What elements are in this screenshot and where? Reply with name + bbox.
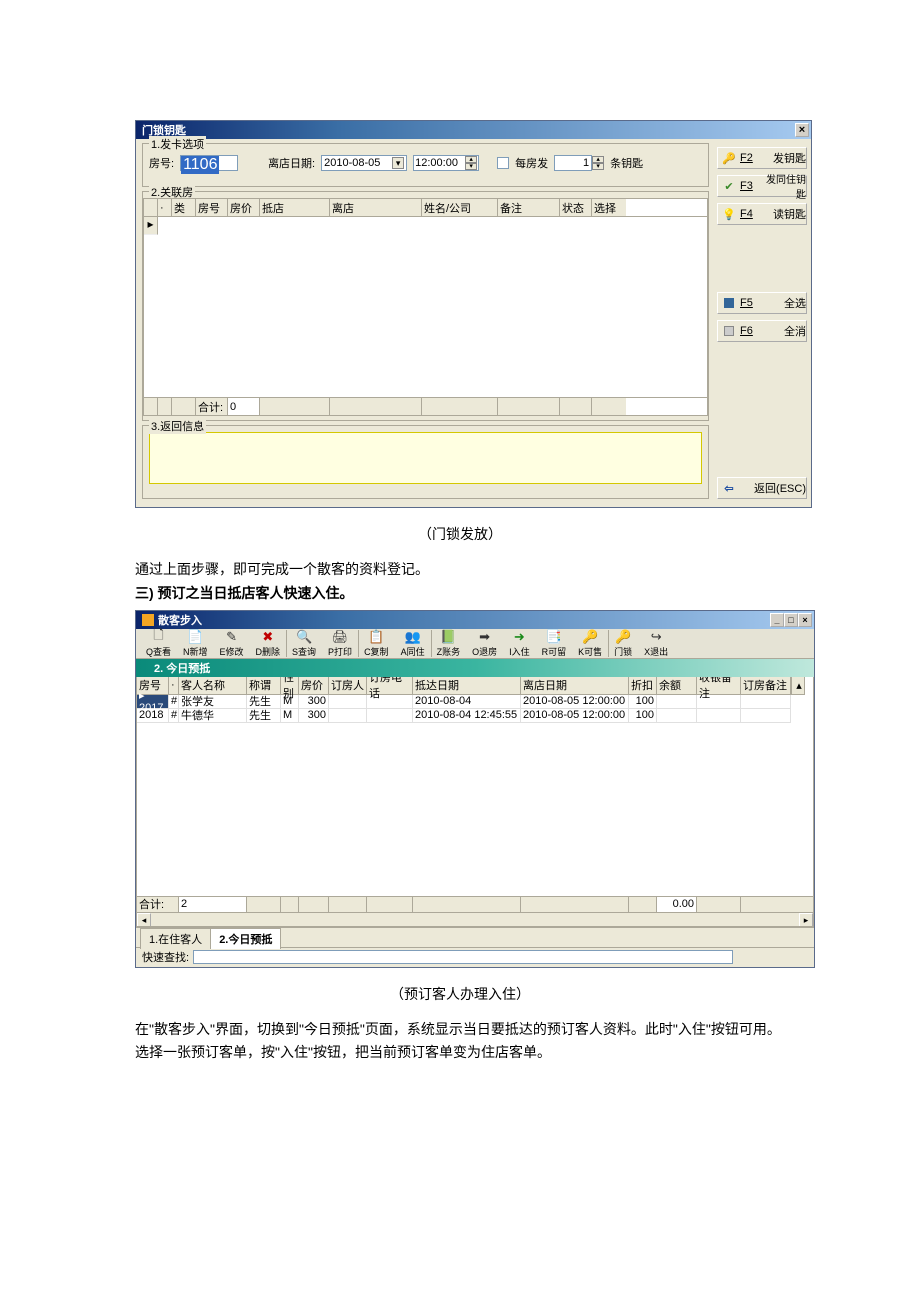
dialog1-titlebar: 门锁钥匙 × [136,121,811,139]
dayin-icon: 🖨 [332,629,348,645]
tuichu-icon: ↪ [648,629,664,645]
key-icon: 🔑 [722,151,736,165]
select-all-icon [722,296,736,310]
close-button[interactable]: × [798,613,812,627]
xiugai-icon: ✎ [224,629,240,645]
paragraph-1: 通过上面步骤，即可完成一个散客的资料登记。 [135,558,785,582]
qty-input[interactable]: 1 [554,155,592,171]
related-rooms-footer: 合计: 0 [144,397,707,415]
per-room-label: 每房发 [515,155,548,171]
return-info-group: 3.返回信息 [142,425,709,499]
caption-2: （预订客人办理入住） [135,984,785,1004]
select-all-button[interactable]: F5 全选 [717,292,807,314]
chazhao-icon: 🗋 [151,629,167,645]
table-row[interactable]: ▸ 2017#张学友先生M3002010-08-042010-08-05 12:… [137,695,813,709]
maximize-button[interactable]: □ [784,613,798,627]
quick-search-bar: 快速查找: [136,947,814,967]
toolbar-mensuo-button[interactable]: 🔑门锁 [608,627,638,660]
toolbar-dayin-button[interactable]: 🖨P打印 [322,627,358,660]
toolbar-zhangwu-button[interactable]: 📗Z账务 [431,627,467,660]
toolbar-xiugai-button[interactable]: ✎E修改 [214,627,250,660]
toolbar-ruzhu-button[interactable]: ➜I入住 [503,627,536,660]
toolbar: 🗋Q查看📄N新增✎E修改✖D删除🔍S查询🖨P打印📋C复制👥A同住📗Z账务➡O退房… [136,629,814,659]
tab-today-arrivals[interactable]: 2.今日预抵 [210,928,281,949]
dialog1-close-button[interactable]: × [795,123,809,137]
toolbar-keshou-button[interactable]: 🔑K可售 [572,627,608,660]
lightbulb-icon: 💡 [722,207,736,221]
quick-search-label: 快速查找: [142,949,189,965]
today-arrivals-banner: 2. 今日预抵 [136,659,814,677]
toolbar-tuifang-button[interactable]: ➡O退房 [466,627,503,660]
card-options-group: 1.发卡选项 房号: 1106 离店日期: 2010-08-05 ▾ 12:00… [142,143,709,187]
caption-1: （门锁发放） [135,524,785,544]
related-rooms-group: 2.关联房 · 类 房号 房价 抵店 离店 姓名/公司 备注 状态 [142,191,709,421]
read-key-button[interactable]: 💡 F4 读钥匙 [717,203,807,225]
per-room-checkbox[interactable] [497,157,509,169]
qty-spinner[interactable]: ▴▾ [592,156,604,170]
door-key-dialog: 门锁钥匙 × 1.发卡选项 房号: 1106 离店日期: 2010-08-05 … [135,120,812,508]
toolbar-xinzeng-button[interactable]: 📄N新增 [177,627,214,660]
room-label: 房号: [149,155,174,171]
return-icon: ⇦ [722,481,736,495]
grid2-header: 房号 · 客人名称 称谓 性别 房价 订房人 订房电话 抵达日期 离店日期 折扣… [137,677,813,695]
chaxun-icon: 🔍 [296,629,312,645]
card-options-legend: 1.发卡选项 [149,136,206,152]
return-info-textarea[interactable] [149,432,702,484]
fuzhi-icon: 📋 [368,629,384,645]
toolbar-tuichu-button[interactable]: ↪X退出 [638,627,674,660]
tab-resident-guests[interactable]: 1.在住客人 [140,928,211,949]
row-indicator-icon: ▸ [144,217,158,235]
arrivals-grid: 房号 · 客人名称 称谓 性别 房价 订房人 订房电话 抵达日期 离店日期 折扣… [136,677,814,927]
scroll-up-icon[interactable]: ▴ [791,677,805,695]
horizontal-scrollbar[interactable]: ◂ ▸ [137,912,813,926]
keshou-icon: 🔑 [582,629,598,645]
app-icon [142,614,154,626]
time-spinner[interactable]: ▴▾ [465,156,477,170]
leave-date-picker[interactable]: 2010-08-05 ▾ [321,155,407,171]
xinzeng-icon: 📄 [187,629,203,645]
issue-key-button[interactable]: 🔑 F2 发钥匙 [717,147,807,169]
deselect-all-button[interactable]: F6 全消 [717,320,807,342]
tuifang-icon: ➡ [477,629,493,645]
leave-time-input[interactable]: 12:00:00 ▴▾ [413,155,479,171]
tongzhu-icon: 👥 [405,629,421,645]
heading-three: 三) 预订之当日抵店客人快速入住。 [135,582,785,606]
return-button[interactable]: ⇦ 返回(ESC) [717,477,807,499]
toolbar-shanchu-button[interactable]: ✖D删除 [250,627,287,660]
quick-search-input[interactable] [193,950,733,964]
return-info-legend: 3.返回信息 [149,418,206,434]
toolbar-chazhao-button[interactable]: 🗋Q查看 [140,627,177,660]
room-input[interactable]: 1106 [180,155,238,171]
related-rooms-table: · 类 房号 房价 抵店 离店 姓名/公司 备注 状态 选择 ▸ [143,198,708,416]
tab-strip: 1.在住客人 2.今日预抵 [136,927,814,947]
table-row[interactable]: 2018#牛德华先生M3002010-08-04 12:45:552010-08… [137,709,813,723]
toolbar-chaxun-button[interactable]: 🔍S查询 [286,627,322,660]
qty-suffix-label: 条钥匙 [610,155,643,171]
chevron-down-icon[interactable]: ▾ [392,157,404,169]
scroll-right-icon[interactable]: ▸ [799,913,813,927]
table-row[interactable]: ▸ [144,217,707,235]
ruzhu-icon: ➜ [511,629,527,645]
check-icon: ✔ [722,179,736,193]
grid2-footer: 合计: 2 0.00 [137,896,813,912]
zhangwu-icon: 📗 [440,629,456,645]
deselect-all-icon [722,324,736,338]
walkin-guest-dialog: 散客步入 _ □ × 🗋Q查看📄N新增✎E修改✖D删除🔍S查询🖨P打印📋C复制👥… [135,610,815,968]
paragraph-2: 在"散客步入"界面，切换到"今日预抵"页面，系统显示当日要抵达的预订客人资料。此… [135,1018,785,1066]
toolbar-tongzhu-button[interactable]: 👥A同住 [395,627,431,660]
mensuo-icon: 🔑 [615,629,631,645]
toolbar-keliu-button[interactable]: 📑R可留 [536,627,573,660]
dialog2-title: 散客步入 [138,612,202,628]
toolbar-fuzhi-button[interactable]: 📋C复制 [358,627,395,660]
keliu-icon: 📑 [546,629,562,645]
issue-roommate-key-button[interactable]: ✔ F3 发同住钥匙 [717,175,807,197]
related-rooms-header: · 类 房号 房价 抵店 离店 姓名/公司 备注 状态 选择 [144,199,707,217]
shanchu-icon: ✖ [260,629,276,645]
scroll-left-icon[interactable]: ◂ [137,913,151,927]
leave-date-label: 离店日期: [268,155,315,171]
minimize-button[interactable]: _ [770,613,784,627]
